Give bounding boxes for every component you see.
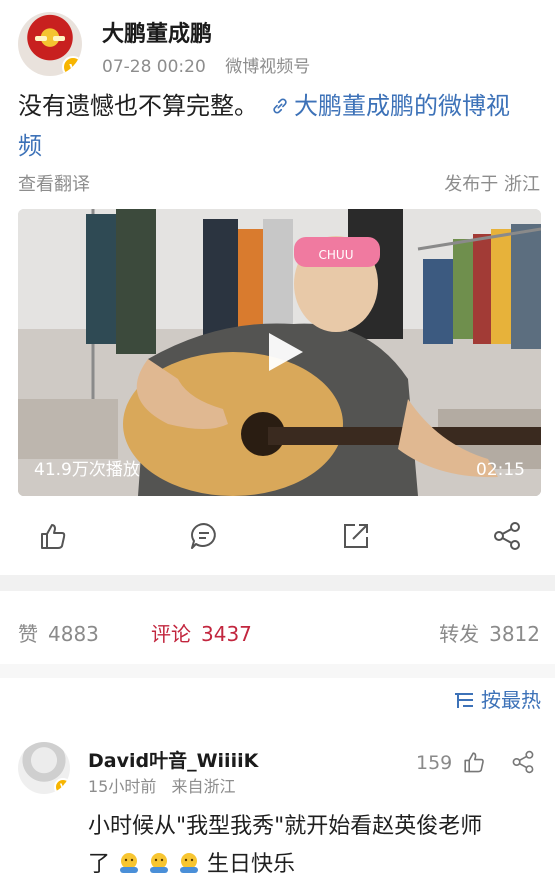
comment-share-icon[interactable] [510,750,536,774]
post-text: 没有遗憾也不算完整。 大鹏董成鹏的微博视频 [18,86,538,166]
like-icon[interactable] [38,521,68,551]
repost-icon[interactable] [341,521,371,551]
headband-text: CHUU [319,248,354,262]
video-player[interactable]: CHUU 41.9万次播放 02:15 [18,209,541,496]
comment-text-line2-prefix: 了 [88,852,111,877]
post-meta: 07-28 00:20 微博视频号 [102,52,310,77]
avatar-mask-eye-right [53,36,65,41]
comment-like-icon[interactable] [462,750,486,774]
comment-source: 来自浙江 [171,777,236,796]
tab-reposts-count: 3812 [489,622,540,646]
emoji-hug-icon [120,853,139,873]
video-link-text-2: 频 [18,132,42,160]
comment-text-line2-suffix: 生日快乐 [207,852,296,877]
tab-likes-label: 赞 [18,622,38,646]
author-name[interactable]: 大鹏董成鹏 [102,16,212,48]
post-time: 07-28 00:20 [102,57,206,77]
sort-icon [455,693,473,708]
translate-link[interactable]: 查看翻译 [18,170,90,196]
tab-likes[interactable]: 赞 4883 [18,618,99,647]
verified-badge-icon: v [54,778,70,794]
video-link-text-1: 大鹏董成鹏的微博视 [294,92,510,120]
author-avatar[interactable]: v [18,12,82,76]
video-duration: 02:15 [476,460,525,480]
tab-comments[interactable]: 评论 3437 [151,618,252,647]
comment-icon[interactable] [189,521,219,551]
link-icon [273,98,287,114]
sort-label: 按最热 [481,688,541,712]
tab-comments-label: 评论 [151,622,191,646]
emoji-hug-icon [180,853,199,873]
emoji-hug-icon [150,853,169,873]
tab-comments-count: 3437 [201,622,252,646]
post-action-bar [18,515,540,559]
video-views: 41.9万次播放 [34,460,140,480]
sort-toggle[interactable]: 按最热 [453,684,541,713]
section-divider-2 [0,664,555,678]
comment-meta: 15小时前 来自浙江 [88,773,235,797]
comment-text: 小时候从"我型我秀"就开始看赵英俊老师 了 生日快乐 [88,808,548,879]
avatar-mask-eye-left [35,36,47,41]
verified-badge-icon: v [62,56,82,76]
play-icon[interactable] [261,329,307,375]
post-header: v 大鹏董成鹏 07-28 00:20 微博视频号 [18,12,538,77]
tab-reposts-label: 转发 [439,622,480,646]
tab-likes-count: 4883 [48,622,99,646]
comment-author[interactable]: David叶音_WiiiiK [88,746,258,773]
section-divider [0,575,555,591]
stats-tabs: 赞 4883 评论 3437 转发 3812 [18,618,540,648]
post-body: 没有遗憾也不算完整。 [18,92,258,120]
comment-avatar[interactable]: v [18,742,70,794]
comment-item: v David叶音_WiiiiK 15小时前 来自浙江 159 小时候从"我型我… [18,742,540,879]
share-icon[interactable] [492,521,522,551]
post-source[interactable]: 微博视频号 [225,57,310,77]
comment-time: 15小时前 [88,777,157,796]
tab-reposts[interactable]: 转发 3812 [439,618,540,647]
comment-text-line1: 小时候从"我型我秀"就开始看赵英俊老师 [88,814,483,839]
comment-like-count: 159 [416,752,453,774]
post-location: 发布于 浙江 [444,174,540,195]
